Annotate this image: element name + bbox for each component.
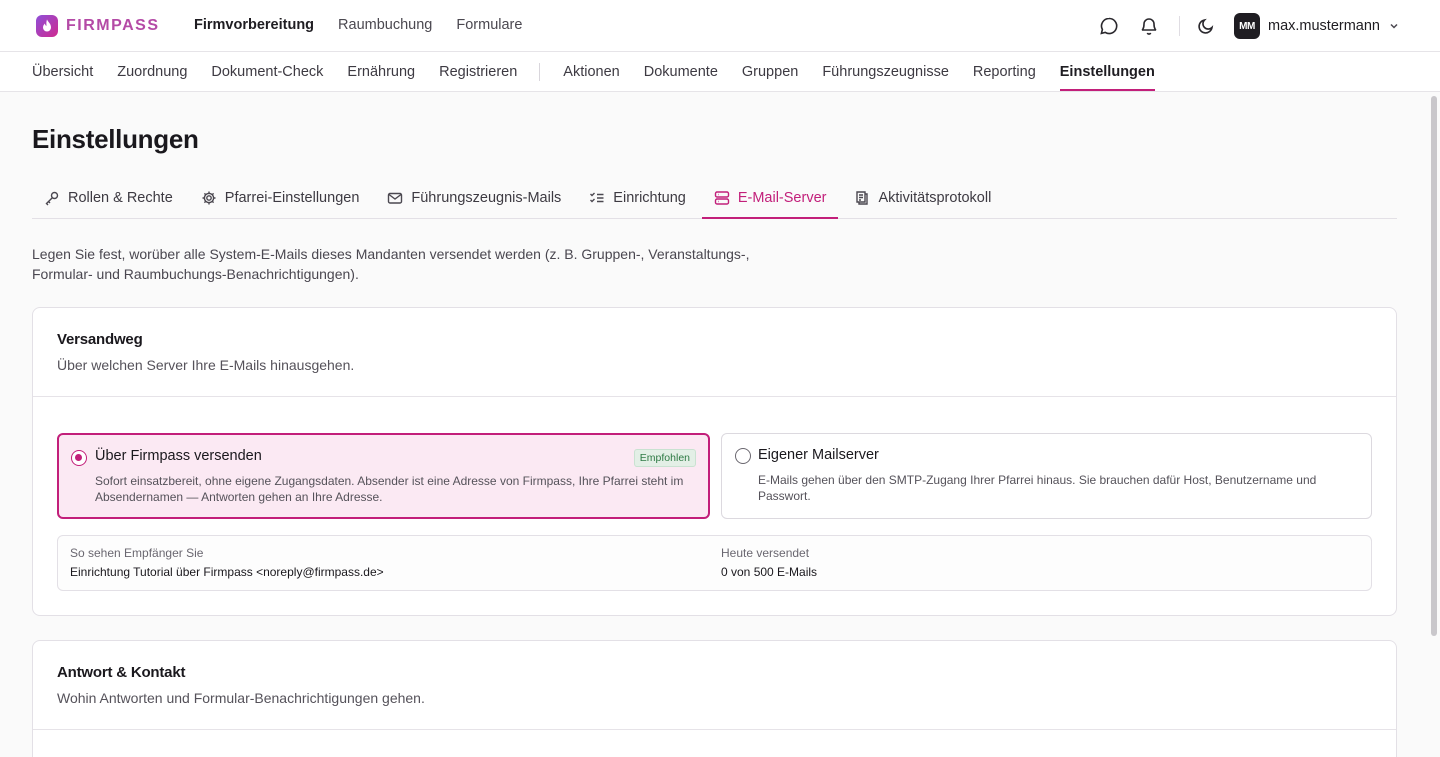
section-nav-divider — [539, 63, 541, 81]
tab-aktivitaetsprotokoll[interactable]: Aktivitätsprotokoll — [842, 178, 1003, 218]
top-bar: FIRMPASS Firmvorbereitung Raumbuchung Fo… — [0, 0, 1440, 52]
main-nav-item-formulare[interactable]: Formulare — [456, 17, 522, 33]
tab-pfarrei-einstellungen[interactable]: Pfarrei-Einstellungen — [189, 178, 372, 218]
card-subtitle: Über welchen Server Ihre E-Mails hinausg… — [57, 357, 355, 373]
card-title: Versandweg — [57, 331, 143, 348]
username[interactable]: max.mustermann — [1268, 18, 1380, 34]
section-nav-gruppen[interactable]: Gruppen — [742, 64, 798, 80]
card-header: Antwort & Kontakt Wohin Antworten und Fo… — [33, 641, 1396, 730]
section-nav-dokumente[interactable]: Dokumente — [644, 64, 718, 80]
chat-icon[interactable] — [1095, 12, 1123, 40]
sender-value: Einrichtung Tutorial über Firmpass <nore… — [70, 565, 384, 579]
gear-icon — [202, 191, 216, 205]
server-icon — [714, 190, 730, 205]
bell-icon[interactable] — [1135, 12, 1163, 40]
card-subtitle: Wohin Antworten und Formular-Benachricht… — [57, 690, 425, 706]
tab-label: Pfarrei-Einstellungen — [224, 190, 360, 206]
recommended-badge: Empfohlen — [633, 449, 696, 467]
brand-logo[interactable]: FIRMPASS — [36, 15, 159, 37]
section-nav-fuehrungszeugnisse[interactable]: Führungszeugnisse — [822, 64, 949, 80]
tab-label: Einrichtung — [613, 190, 686, 206]
sent-today-label: Heute versendet — [721, 546, 810, 560]
flame-icon — [36, 15, 58, 37]
scrollbar-thumb[interactable] — [1431, 96, 1437, 636]
option-title: Eigener Mailserver — [758, 447, 879, 463]
page-intro: Legen Sie fest, worüber alle System-E-Ma… — [32, 246, 750, 282]
section-nav-aktionen[interactable]: Aktionen — [563, 64, 619, 80]
radio-own-mailserver[interactable] — [735, 448, 751, 464]
radio-firmpass[interactable] — [71, 450, 87, 466]
sent-today-column: Heute versendet 0 von 500 E-Mails — [721, 546, 817, 579]
mail-icon — [388, 192, 403, 204]
sender-preview-column: So sehen Empfänger Sie Einrichtung Tutor… — [70, 546, 384, 579]
section-nav-zuordnung[interactable]: Zuordnung — [117, 64, 187, 80]
main-nav-item-firmvorbereitung[interactable]: Firmvorbereitung — [194, 17, 314, 33]
tab-einrichtung[interactable]: Einrichtung — [577, 178, 698, 218]
avatar[interactable]: MM — [1233, 13, 1260, 39]
brand-name: FIRMPASS — [66, 17, 160, 34]
section-nav-reporting[interactable]: Reporting — [973, 64, 1036, 80]
toolbar-divider — [1178, 16, 1180, 36]
top-actions: MM max.mustermann — [1083, 12, 1400, 40]
tab-e-mail-server[interactable]: E-Mail-Server — [701, 178, 839, 219]
option-title: Über Firmpass versenden — [95, 448, 262, 464]
option-description: E-Mails gehen über den SMTP-Zugang Ihrer… — [758, 473, 1317, 503]
option-own-mailserver[interactable]: Eigener Mailserver E-Mails gehen über de… — [721, 433, 1372, 519]
moon-icon[interactable] — [1192, 12, 1220, 40]
card-title: Antwort & Kontakt — [57, 664, 186, 681]
tab-label: Aktivitätsprotokoll — [878, 190, 992, 206]
tab-label: E-Mail-Server — [737, 189, 827, 206]
option-description: Sofort einsatzbereit, ohne eigene Zugang… — [95, 474, 684, 504]
key-icon — [45, 191, 59, 206]
option-firmpass[interactable]: Über Firmpass versenden Empfohlen Sofort… — [57, 433, 710, 519]
page-title: Einstellungen — [32, 124, 199, 154]
section-nav-dokument-check[interactable]: Dokument-Check — [211, 64, 323, 80]
versandweg-card: Versandweg Über welchen Server Ihre E-Ma… — [32, 307, 1397, 616]
section-nav-uebersicht[interactable]: Übersicht — [32, 64, 93, 80]
section-nav-registrieren[interactable]: Registrieren — [439, 64, 517, 80]
tab-rollen-rechte[interactable]: Rollen & Rechte — [32, 178, 185, 218]
chevron-down-icon[interactable] — [1388, 20, 1400, 32]
checklist-icon — [590, 192, 604, 203]
section-nav: Übersicht Zuordnung Dokument-Check Ernäh… — [0, 52, 1440, 92]
main-nav-item-raumbuchung[interactable]: Raumbuchung — [338, 17, 432, 33]
tab-fuehrungszeugnis-mails[interactable]: Führungszeugnis-Mails — [375, 178, 573, 218]
log-icon — [856, 191, 869, 205]
tab-label: Führungszeugnis-Mails — [411, 190, 562, 206]
sender-label: So sehen Empfänger Sie — [70, 546, 204, 560]
sender-preview: So sehen Empfänger Sie Einrichtung Tutor… — [57, 535, 1372, 591]
settings-tabs: Rollen & Rechte Pfarrei-Einstellungen Fü… — [32, 178, 1397, 219]
section-nav-einstellungen[interactable]: Einstellungen — [1059, 64, 1155, 91]
antwort-kontakt-card: Antwort & Kontakt Wohin Antworten und Fo… — [32, 640, 1397, 757]
tab-label: Rollen & Rechte — [68, 190, 173, 206]
sent-today-value: 0 von 500 E-Mails — [721, 565, 818, 579]
section-nav-ernaehrung[interactable]: Ernährung — [347, 64, 415, 80]
main-nav: Firmvorbereitung Raumbuchung Formulare — [194, 17, 522, 33]
card-header: Versandweg Über welchen Server Ihre E-Ma… — [33, 308, 1396, 397]
